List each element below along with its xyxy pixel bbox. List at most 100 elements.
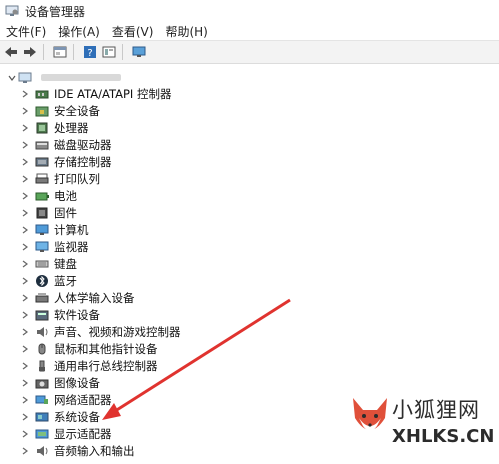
tree-item[interactable]: 处理器 (21, 119, 89, 136)
tree-item-label: 计算机 (54, 222, 89, 237)
firmware-icon (35, 207, 49, 219)
mouse-icon (35, 343, 49, 355)
tree-item-label: 存储控制器 (54, 154, 112, 169)
computer-root-icon (18, 72, 32, 84)
svg-text:?: ? (87, 48, 92, 59)
chevron-right-icon[interactable] (21, 442, 29, 459)
menu-action[interactable]: 操作(A) (52, 23, 106, 40)
tree-item-label: 鼠标和其他指针设备 (54, 341, 158, 356)
tree-item[interactable]: 磁盘驱动器 (21, 136, 112, 153)
menu-view[interactable]: 查看(V) (106, 23, 160, 40)
tree-item-label: 打印队列 (54, 171, 100, 186)
chevron-right-icon[interactable] (21, 187, 29, 204)
device-manager-icon (5, 5, 19, 17)
hid-icon (35, 292, 49, 304)
menu-help[interactable]: 帮助(H) (159, 23, 213, 40)
chevron-down-icon[interactable] (8, 69, 16, 86)
chevron-right-icon[interactable] (21, 323, 29, 340)
fox-logo-icon (353, 398, 387, 431)
tree-item-label: 人体学输入设备 (54, 290, 135, 305)
toolbar-separator (122, 44, 123, 60)
tree-item-label: 声音、视频和游戏控制器 (54, 324, 181, 339)
toolbar-separator (43, 44, 44, 60)
system-device-icon (35, 411, 49, 423)
chevron-right-icon[interactable] (21, 306, 29, 323)
tree-item[interactable]: 安全设备 (21, 102, 100, 119)
tree-item[interactable]: 声音、视频和游戏控制器 (21, 323, 181, 340)
security-device-icon (35, 105, 49, 117)
chevron-right-icon[interactable] (21, 425, 29, 442)
tree-item[interactable]: IDE ATA/ATAPI 控制器 (21, 85, 171, 102)
tree-item[interactable]: 存储控制器 (21, 153, 112, 170)
forward-icon[interactable] (22, 44, 38, 60)
tree-item[interactable]: 系统设备 (21, 408, 100, 425)
tree-item-label: 处理器 (54, 120, 89, 135)
tree-item[interactable]: 鼠标和其他指针设备 (21, 340, 158, 357)
tree-item-label: 图像设备 (54, 375, 100, 390)
tree-item[interactable]: 音频输入和输出 (21, 442, 135, 459)
tree-item-label: 固件 (54, 205, 77, 220)
watermark-subtitle: XHLKS.CN (392, 426, 495, 447)
processor-icon (35, 122, 49, 134)
monitor-icon[interactable] (131, 44, 147, 60)
chevron-right-icon[interactable] (21, 102, 29, 119)
chevron-right-icon[interactable] (21, 289, 29, 306)
menu-file[interactable]: 文件(F) (0, 23, 52, 40)
tree-item[interactable]: 人体学输入设备 (21, 289, 135, 306)
bluetooth-icon (35, 274, 49, 287)
tree-item[interactable]: 计算机 (21, 221, 89, 238)
monitor-icon (35, 241, 49, 253)
network-icon (35, 394, 49, 406)
tree-item[interactable]: 显示适配器 (21, 425, 112, 442)
chevron-right-icon[interactable] (21, 357, 29, 374)
tree-item[interactable]: 网络适配器 (21, 391, 112, 408)
toolbar: ? (0, 40, 499, 64)
menu-bar: 文件(F) 操作(A) 查看(V) 帮助(H) (0, 22, 499, 40)
back-icon[interactable] (3, 44, 19, 60)
chevron-right-icon[interactable] (21, 238, 29, 255)
tree-item[interactable]: 图像设备 (21, 374, 100, 391)
chevron-right-icon[interactable] (21, 408, 29, 425)
tree-item[interactable]: 监视器 (21, 238, 89, 255)
tree-item-label: 系统设备 (54, 409, 100, 424)
tree-root[interactable] (8, 69, 121, 86)
tree-item[interactable]: 键盘 (21, 255, 77, 272)
tree-item[interactable]: 软件设备 (21, 306, 100, 323)
tree-item[interactable]: 电池 (21, 187, 77, 204)
chevron-right-icon[interactable] (21, 272, 29, 289)
tree-item-label: 电池 (54, 188, 77, 203)
properties-icon[interactable] (52, 44, 68, 60)
chevron-right-icon[interactable] (21, 85, 29, 102)
view-icon[interactable] (101, 44, 117, 60)
audio-io-icon (35, 445, 49, 457)
watermark-title: 小狐狸网 (392, 398, 480, 422)
display-adapter-icon (35, 428, 49, 440)
tree-item[interactable]: 通用串行总线控制器 (21, 357, 158, 374)
tree-item[interactable]: 打印队列 (21, 170, 100, 187)
help-icon[interactable]: ? (82, 44, 98, 60)
keyboard-icon (35, 258, 49, 270)
chevron-right-icon[interactable] (21, 221, 29, 238)
software-device-icon (35, 309, 49, 321)
battery-icon (35, 190, 49, 202)
storage-controller-icon (35, 156, 49, 168)
chevron-right-icon[interactable] (21, 119, 29, 136)
chevron-right-icon[interactable] (21, 204, 29, 221)
chevron-right-icon[interactable] (21, 136, 29, 153)
chevron-right-icon[interactable] (21, 170, 29, 187)
watermark: 小狐狸网 XHLKS.CN (349, 384, 499, 464)
tree-item-label: 蓝牙 (54, 273, 77, 288)
camera-icon (35, 377, 49, 389)
chevron-right-icon[interactable] (21, 391, 29, 408)
computer-icon (35, 224, 49, 236)
chevron-right-icon[interactable] (21, 255, 29, 272)
chevron-right-icon[interactable] (21, 374, 29, 391)
tree-item[interactable]: 蓝牙 (21, 272, 77, 289)
audio-icon (35, 326, 49, 338)
chevron-right-icon[interactable] (21, 340, 29, 357)
tree-item[interactable]: 固件 (21, 204, 77, 221)
tree-item-label: 键盘 (54, 256, 77, 271)
chevron-right-icon[interactable] (21, 153, 29, 170)
tree-item-label: 软件设备 (54, 307, 100, 322)
tree-item-label: 通用串行总线控制器 (54, 358, 158, 373)
